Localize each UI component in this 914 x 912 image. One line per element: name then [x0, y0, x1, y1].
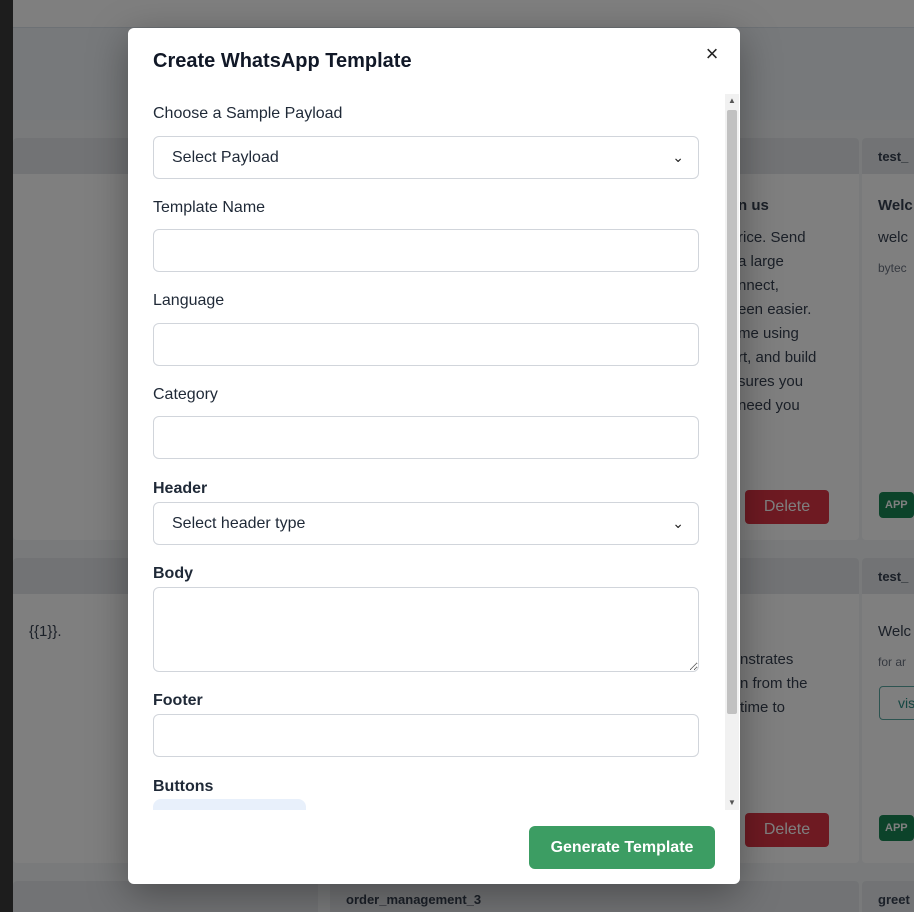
buttons-label: Buttons — [153, 778, 214, 795]
body-textarea[interactable] — [153, 587, 699, 672]
create-template-modal: Create WhatsApp Template × Choose a Samp… — [128, 28, 740, 884]
header-type-select[interactable]: Select header type ⌄ — [153, 502, 699, 545]
modal-title: Create WhatsApp Template — [153, 50, 412, 72]
language-input[interactable] — [153, 323, 699, 366]
close-icon[interactable]: × — [700, 42, 724, 66]
footer-label: Footer — [153, 692, 203, 709]
chevron-down-icon: ⌄ — [672, 515, 684, 531]
template-name-label: Template Name — [153, 199, 266, 216]
header-type-select-value: Select header type — [172, 515, 306, 532]
modal-form-scroll-area[interactable]: Choose a Sample Payload Select Payload ⌄… — [128, 94, 740, 810]
language-label: Language — [153, 292, 225, 309]
modal-scrollbar[interactable]: ▲ ▼ — [725, 94, 739, 810]
payload-select-value: Select Payload — [172, 149, 279, 166]
generate-template-button[interactable]: Generate Template — [529, 826, 715, 869]
body-label: Body — [153, 565, 193, 582]
scroll-down-icon[interactable]: ▼ — [725, 796, 739, 810]
payload-label: Choose a Sample Payload — [153, 105, 343, 122]
add-button-button[interactable] — [153, 799, 306, 810]
category-label: Category — [153, 386, 218, 403]
footer-input[interactable] — [153, 714, 699, 757]
chevron-down-icon: ⌄ — [672, 149, 684, 165]
payload-select[interactable]: Select Payload ⌄ — [153, 136, 699, 179]
scrollbar-thumb[interactable] — [727, 110, 737, 714]
template-name-input[interactable] — [153, 229, 699, 272]
category-input[interactable] — [153, 416, 699, 459]
scroll-up-icon[interactable]: ▲ — [725, 94, 739, 108]
header-label: Header — [153, 480, 208, 497]
